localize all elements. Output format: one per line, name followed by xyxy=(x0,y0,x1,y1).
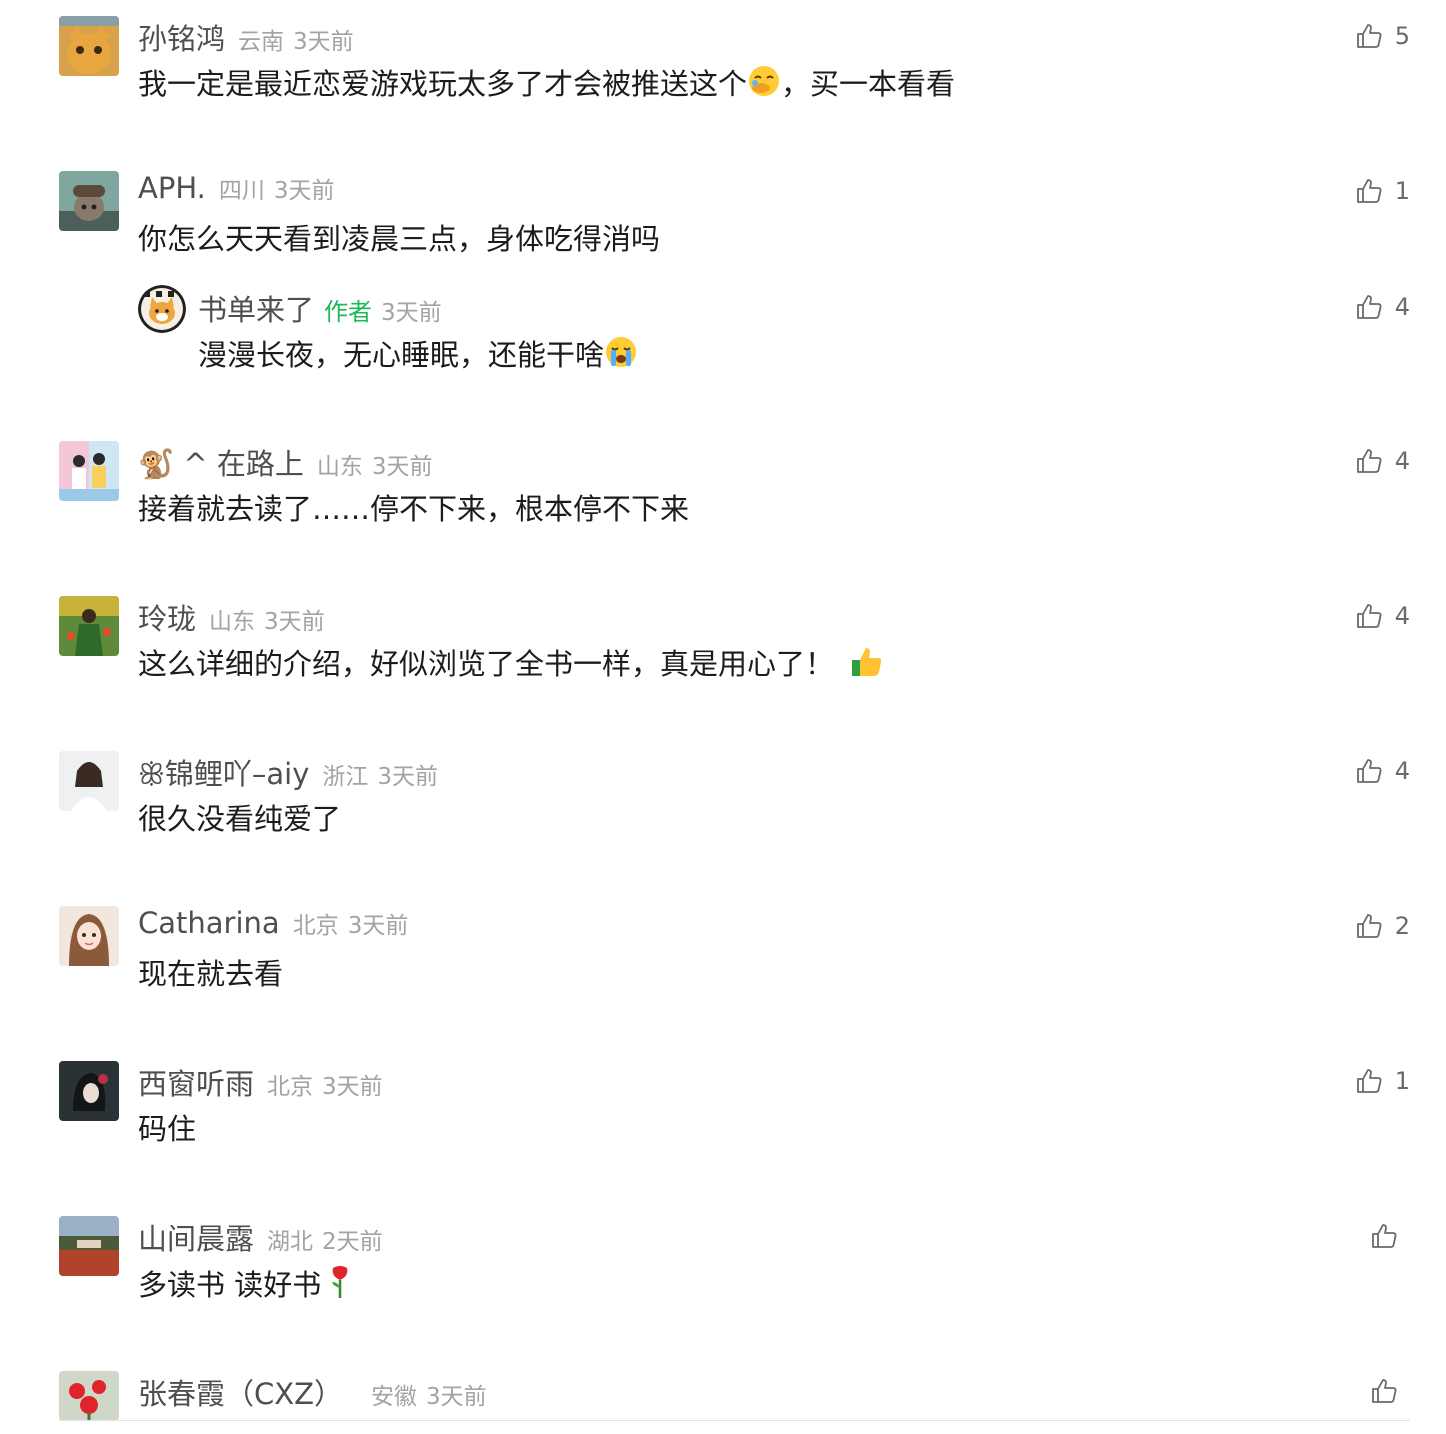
comment-meta: ꕥ锦鲤吖–aiy 浙江 3天前 xyxy=(138,751,438,791)
author-badge: 作者 xyxy=(324,298,373,326)
comment-text: 你怎么天天看到凌晨三点，身体吃得消吗 xyxy=(138,222,661,256)
thumbs-up-icon xyxy=(1372,1224,1397,1248)
comment-text: 现在就去看 xyxy=(138,957,284,991)
thumbs-up-icon xyxy=(1356,295,1382,319)
username[interactable]: 🐒 ^ 在路上 xyxy=(138,441,304,483)
like-button[interactable]: 2 xyxy=(1355,906,1410,946)
timestamp: 3天前 xyxy=(273,178,335,204)
comment-text: 这么详细的介绍，好似浏览了全书一样，真是用心了！ xyxy=(138,644,884,688)
timestamp: 3天前 xyxy=(371,454,433,480)
crying-face-emoji xyxy=(604,335,638,379)
rose-emoji xyxy=(325,1264,355,1310)
like-button[interactable] xyxy=(1370,1216,1410,1256)
comment-meta: 张春霞（CXZ） 安徽 3天前 xyxy=(138,1371,487,1411)
like-button[interactable]: 1 xyxy=(1355,171,1410,211)
timestamp: 3天前 xyxy=(322,1074,383,1100)
like-count: 4 xyxy=(1394,293,1410,321)
timestamp: 3天前 xyxy=(347,913,409,939)
location: 湖北 xyxy=(267,1229,314,1255)
like-button[interactable] xyxy=(1370,1371,1410,1411)
avatar[interactable] xyxy=(59,16,119,76)
location: 浙江 xyxy=(322,764,369,790)
like-count: 1 xyxy=(1394,177,1410,205)
thumbs-up-icon xyxy=(1356,449,1382,473)
timestamp: 3天前 xyxy=(293,29,354,55)
like-button[interactable]: 4 xyxy=(1355,441,1410,481)
thumbs-up-icon xyxy=(1356,1069,1382,1093)
like-button[interactable]: 4 xyxy=(1355,287,1410,327)
avatar[interactable] xyxy=(59,596,119,656)
like-button[interactable]: 4 xyxy=(1355,751,1410,791)
avatar[interactable] xyxy=(59,1216,119,1276)
divider xyxy=(59,1420,1410,1421)
thumbs-up-icon xyxy=(1356,179,1382,203)
username[interactable]: 山间晨露 xyxy=(138,1216,254,1258)
location: 山东 xyxy=(209,609,256,635)
comment-meta: 山间晨露 湖北 2天前 xyxy=(138,1216,383,1256)
like-count: 2 xyxy=(1394,912,1410,940)
comment-meta: 孙铭鸿 云南 3天前 xyxy=(138,16,354,56)
comment-meta: 西窗听雨 北京 3天前 xyxy=(138,1061,383,1101)
avatar[interactable] xyxy=(59,751,119,811)
face-with-hand-over-mouth-emoji xyxy=(747,64,781,108)
like-count: 5 xyxy=(1394,22,1410,50)
username[interactable]: Catharina xyxy=(138,906,280,940)
like-count: 1 xyxy=(1394,1067,1410,1095)
location: 安徽 xyxy=(370,1384,417,1410)
like-count: 4 xyxy=(1394,757,1410,785)
comment-text: 很久没看纯爱了 xyxy=(138,802,342,836)
comment-text: 接着就去读了……停不下来，根本停不下来 xyxy=(138,492,690,526)
thumbs-up-icon xyxy=(1372,1379,1397,1403)
timestamp: 3天前 xyxy=(425,1384,487,1410)
comment-text: 码住 xyxy=(138,1112,197,1146)
like-count: 4 xyxy=(1394,447,1410,475)
like-count: 4 xyxy=(1394,602,1410,630)
avatar[interactable] xyxy=(59,1371,119,1421)
thumbs-up-icon xyxy=(1356,759,1382,783)
username[interactable]: 玲珑 xyxy=(138,596,196,638)
location: 四川 xyxy=(218,178,265,204)
comment-text: 多读书 读好书 xyxy=(138,1264,355,1310)
username[interactable]: 书单来了 xyxy=(198,287,314,329)
timestamp: 2天前 xyxy=(322,1229,383,1255)
username[interactable]: 西窗听雨 xyxy=(138,1061,254,1103)
thumbs-up-icon xyxy=(1356,24,1382,48)
avatar[interactable] xyxy=(59,1061,119,1121)
avatar[interactable] xyxy=(59,906,119,966)
timestamp: 3天前 xyxy=(264,609,325,635)
avatar[interactable] xyxy=(138,285,186,333)
username[interactable]: ꕥ锦鲤吖–aiy xyxy=(138,751,309,793)
thumbs-up-icon xyxy=(1356,604,1382,628)
timestamp: 3天前 xyxy=(381,300,442,326)
reply-text: 漫漫长夜，无心睡眠，还能干啥 xyxy=(198,335,638,379)
comment-meta: 🐒 ^ 在路上 山东 3天前 xyxy=(138,441,433,481)
location: 山东 xyxy=(316,454,363,480)
thumbs-up-emoji xyxy=(850,644,884,688)
avatar[interactable] xyxy=(59,171,119,231)
like-button[interactable]: 5 xyxy=(1355,16,1410,56)
like-button[interactable]: 4 xyxy=(1355,596,1410,636)
username[interactable]: 张春霞（CXZ） xyxy=(138,1371,343,1413)
username[interactable]: 孙铭鸿 xyxy=(138,16,225,58)
reply-meta: 书单来了 作者 3天前 xyxy=(198,287,442,327)
thumbs-up-icon xyxy=(1356,914,1382,938)
comment-text: 我一定是最近恋爱游戏玩太多了才会被推送这个 ，买一本看看 xyxy=(138,64,955,108)
comment-meta: APH. 四川 3天前 xyxy=(138,171,334,211)
username[interactable]: APH. xyxy=(138,171,206,205)
location: 北京 xyxy=(292,913,339,939)
timestamp: 3天前 xyxy=(377,764,439,790)
comment-meta: 玲珑 山东 3天前 xyxy=(138,596,325,636)
like-button[interactable]: 1 xyxy=(1355,1061,1410,1101)
comment-meta: Catharina 北京 3天前 xyxy=(138,906,408,946)
avatar[interactable] xyxy=(59,441,119,501)
location: 云南 xyxy=(238,29,285,55)
location: 北京 xyxy=(267,1074,314,1100)
